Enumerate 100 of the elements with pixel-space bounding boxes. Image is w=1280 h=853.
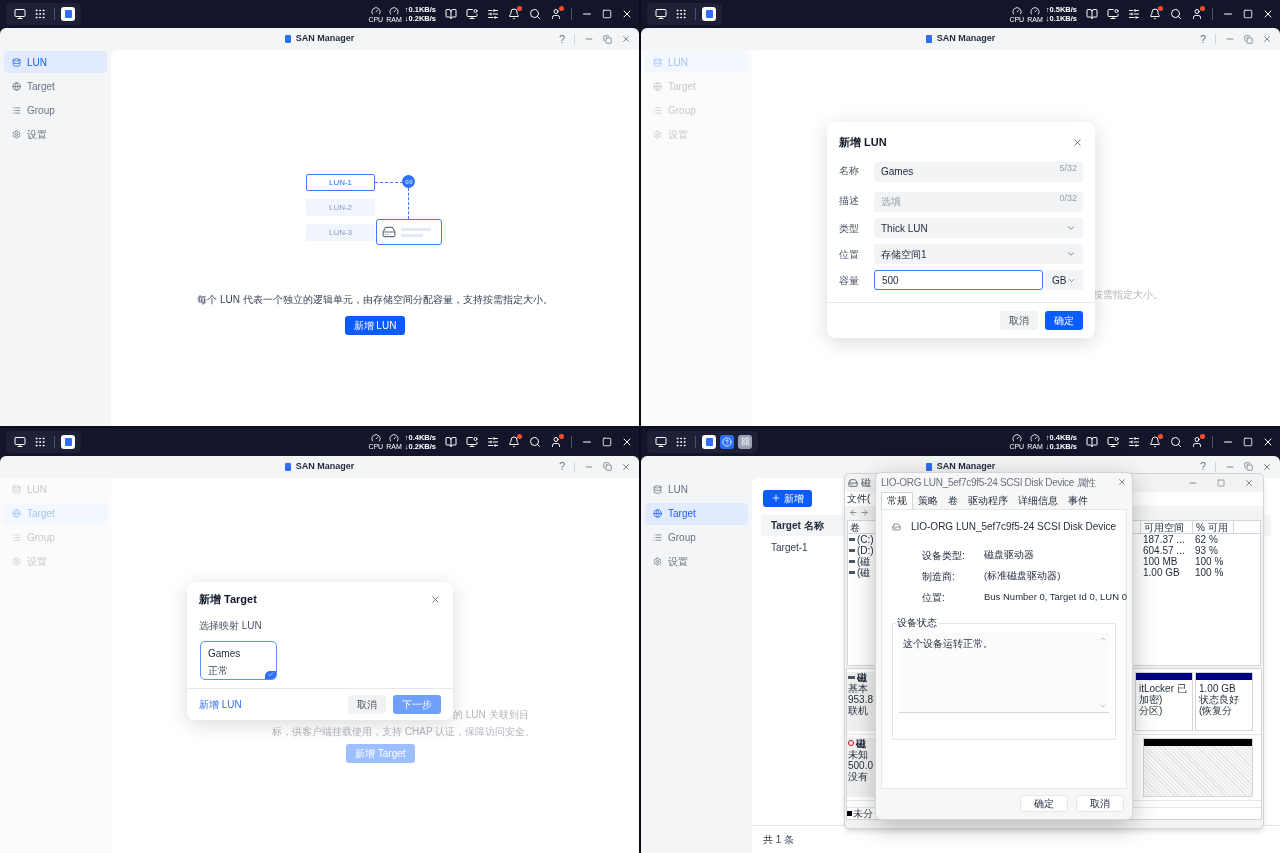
partition-info: 状态良好 (恢复分 <box>1199 693 1240 716</box>
sidebar-item[interactable]: Group <box>4 99 107 121</box>
app-grid-icon[interactable] <box>675 435 687 448</box>
cancel-button[interactable]: 取消 <box>348 694 386 714</box>
settings-icon <box>12 129 21 139</box>
disk-info: 没有 <box>848 770 869 782</box>
book-icon[interactable] <box>445 8 457 20</box>
user-icon[interactable] <box>550 8 562 20</box>
close-icon[interactable] <box>621 8 633 20</box>
help-app-icon[interactable] <box>720 434 734 449</box>
desktop-icon[interactable] <box>655 435 667 448</box>
database-icon <box>653 485 662 494</box>
search-icon[interactable] <box>529 8 541 20</box>
sidebar-item[interactable]: 设置 <box>645 550 748 573</box>
desktop-icon[interactable] <box>14 8 26 20</box>
app-grid-icon[interactable] <box>34 8 46 20</box>
sidebar-item[interactable]: Target <box>645 502 748 525</box>
sidebar-item[interactable]: LUN <box>4 51 107 73</box>
app-icon[interactable] <box>61 434 75 449</box>
menu-item[interactable]: 文件( <box>847 491 871 506</box>
lun-card[interactable]: Games 正常 <box>200 640 277 680</box>
field-label: 名称 <box>839 163 860 178</box>
help-button[interactable]: ? <box>1199 458 1206 475</box>
notification-icon[interactable] <box>1149 435 1161 448</box>
ram-gauge-icon <box>1029 433 1040 443</box>
help-button[interactable]: ? <box>1199 30 1206 48</box>
sliders-icon[interactable] <box>487 435 499 448</box>
partition-header-bar <box>1136 672 1192 680</box>
select-field[interactable]: 存储空间1 <box>874 244 1083 264</box>
disk-info: 基本 <box>848 682 869 694</box>
globe-icon <box>653 509 662 518</box>
volume-name: (磁 <box>857 566 871 578</box>
search-icon[interactable] <box>1170 8 1182 20</box>
desktop-icon[interactable] <box>655 8 667 20</box>
notification-icon[interactable] <box>508 8 520 20</box>
monitor-icon[interactable] <box>466 8 478 20</box>
user-icon[interactable] <box>1191 8 1203 20</box>
field-label: 位置 <box>839 247 860 262</box>
property-value: 磁盘驱动器 <box>984 547 1035 562</box>
back-icon[interactable] <box>849 508 858 517</box>
disk-app-icon[interactable] <box>738 434 752 449</box>
sliders-icon[interactable] <box>1128 8 1140 20</box>
sliders-icon[interactable] <box>1128 435 1140 448</box>
cancel-button[interactable]: 取消 <box>1000 311 1038 330</box>
sliders-icon[interactable] <box>487 8 499 20</box>
chevron-down-icon <box>1066 249 1076 259</box>
plus-icon <box>771 493 781 503</box>
help-button[interactable]: ? <box>558 30 565 48</box>
chevron-down-icon <box>1066 223 1076 233</box>
tab[interactable]: 常规 <box>881 491 913 509</box>
search-icon[interactable] <box>1170 435 1182 448</box>
notification-icon[interactable] <box>1149 8 1161 20</box>
window-title: LIO-ORG LUN_5ef7c9f5-24 SCSI Disk Device 属性 <box>881 475 1097 490</box>
app-grid-icon[interactable] <box>675 8 687 20</box>
tab[interactable]: 策略 <box>913 491 943 509</box>
column-header: 可用空间 <box>1140 520 1192 533</box>
table-cell: 604.57 ... <box>1143 544 1185 556</box>
select-field[interactable]: Thick LUN <box>874 218 1083 238</box>
column-header: % 可用 <box>1192 520 1234 533</box>
tab[interactable]: 详细信息 <box>1013 491 1063 509</box>
disk-info: 未知 <box>848 748 869 760</box>
app-grid-icon[interactable] <box>34 435 46 448</box>
search-icon[interactable] <box>529 435 541 448</box>
unit-select[interactable]: GB <box>1045 270 1083 290</box>
sidebar-item[interactable]: LUN <box>645 478 748 501</box>
tab[interactable]: 驱动程序 <box>963 491 1013 509</box>
app-icon[interactable] <box>702 434 716 449</box>
property-label: 设备类型: <box>922 548 966 563</box>
confirm-button[interactable]: 确定 <box>1045 311 1083 330</box>
number-field[interactable]: 500 <box>874 270 1043 290</box>
sidebar-item[interactable]: Group <box>645 526 748 549</box>
tab[interactable]: 事件 <box>1063 491 1093 509</box>
tab[interactable]: 卷 <box>943 491 963 509</box>
monitor-icon[interactable] <box>466 435 478 448</box>
cancel-button[interactable]: 取消 <box>1076 795 1124 812</box>
add-lun-button[interactable]: 新增 LUN <box>344 316 406 335</box>
window-title: SAN Manager <box>936 459 996 473</box>
sidebar-item[interactable]: 设置 <box>4 123 107 145</box>
monitor-icon[interactable] <box>1107 435 1119 448</box>
table-cell: 1.00 GB <box>1143 566 1180 578</box>
monitor-icon[interactable] <box>1107 8 1119 20</box>
character-count: 0/32 <box>1059 192 1077 204</box>
book-icon[interactable] <box>1086 8 1098 20</box>
book-icon[interactable] <box>445 435 457 448</box>
sidebar-item[interactable]: Target <box>4 75 107 97</box>
add-lun-link[interactable]: 新增 LUN <box>199 696 242 712</box>
notification-icon[interactable] <box>508 435 520 448</box>
group-title: 设备状态 <box>896 616 938 629</box>
ok-button[interactable]: 确定 <box>1020 795 1068 812</box>
forward-icon[interactable] <box>860 508 869 517</box>
partition-header-bar <box>1196 672 1252 680</box>
check-icon <box>265 670 276 679</box>
help-button[interactable]: ? <box>558 458 565 475</box>
property-label: 制造商: <box>922 569 956 584</box>
book-icon[interactable] <box>1086 435 1098 448</box>
user-icon[interactable] <box>1191 435 1203 448</box>
user-icon[interactable] <box>550 435 562 448</box>
add-button[interactable]: 新增 <box>763 489 812 507</box>
desktop-icon[interactable] <box>14 435 26 448</box>
close-icon[interactable] <box>1262 8 1274 20</box>
